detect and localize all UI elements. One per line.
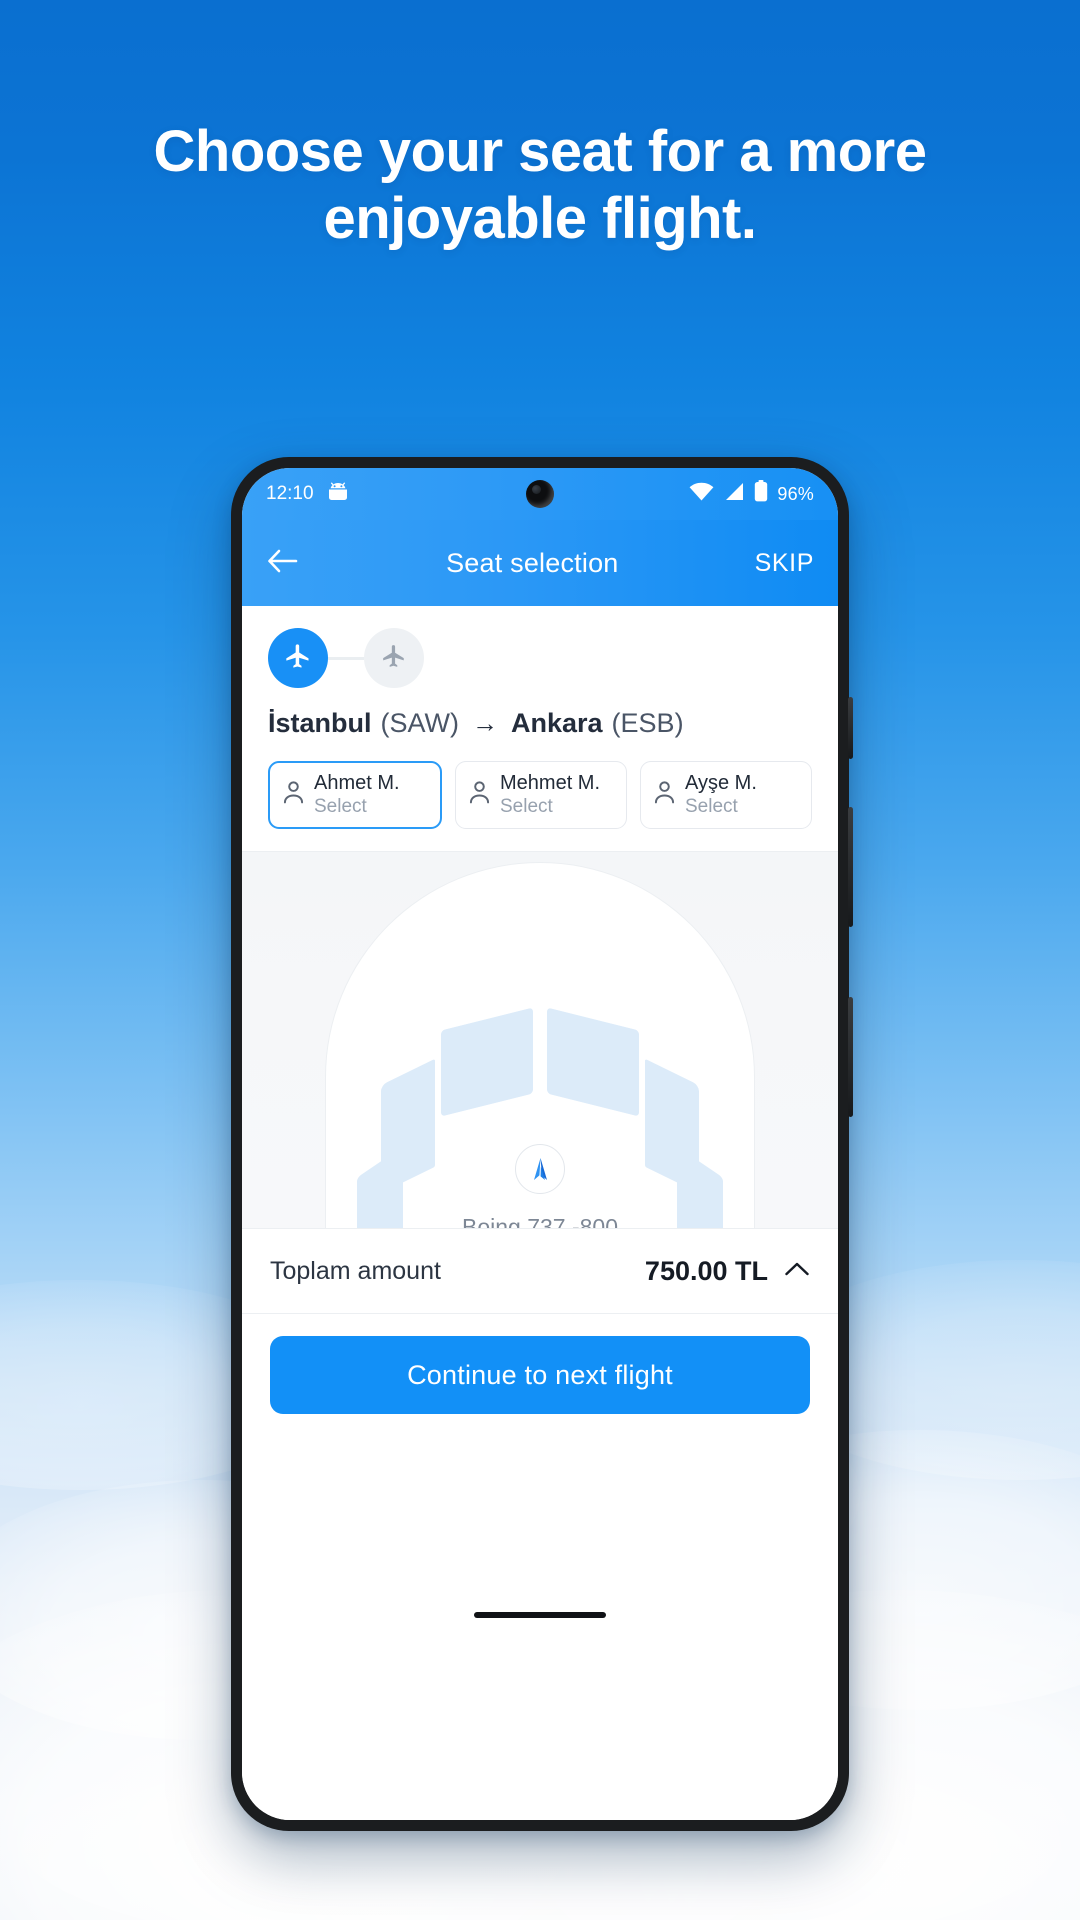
status-bar: 12:10 96% xyxy=(242,468,838,520)
person-icon xyxy=(283,781,304,809)
battery-icon xyxy=(754,480,768,508)
arrow-left-icon xyxy=(266,548,298,579)
camera-punch-hole xyxy=(526,480,554,508)
flight-step-1[interactable] xyxy=(268,628,328,688)
skip-button[interactable]: SKIP xyxy=(755,549,814,578)
promo-headline: Choose your seat for a more enjoyable fl… xyxy=(153,119,927,252)
battery-percent-label: 96% xyxy=(777,483,814,504)
phone-frame: 12:10 96% Seat selection SKIP İstanbul (… xyxy=(231,457,853,1831)
passenger-name: Ahmet M. xyxy=(314,772,400,794)
gesture-bar-area xyxy=(242,1424,838,1820)
passenger-status: Select xyxy=(500,795,553,817)
android-robot-icon xyxy=(325,482,351,506)
aircraft-model-label: Boing 737 -800 xyxy=(461,1214,618,1228)
route-arrow-icon: → xyxy=(472,708,498,738)
app-bar: Seat selection SKIP xyxy=(242,520,838,606)
page-title: Seat selection xyxy=(446,547,619,578)
airline-logo-icon xyxy=(515,1144,565,1194)
chevron-up-icon[interactable] xyxy=(784,1261,810,1282)
continue-to-next-flight-button[interactable]: Continue to next flight xyxy=(270,1336,810,1414)
passenger-chip-0[interactable]: Ahmet M. Select xyxy=(268,761,442,829)
passenger-chip-2[interactable]: Ayşe M. Select xyxy=(640,761,812,829)
cta-container: Continue to next flight xyxy=(242,1314,838,1424)
back-button[interactable] xyxy=(266,548,310,579)
stepper-connector xyxy=(328,656,364,660)
cellular-signal-icon xyxy=(723,482,745,507)
total-amount-bar[interactable]: Toplam amount 750.00 TL xyxy=(242,1228,838,1314)
passenger-name: Ayşe M. xyxy=(685,772,757,794)
passenger-chip-1[interactable]: Mehmet M. Select xyxy=(455,761,627,829)
promo-screenshot: Choose your seat for a more enjoyable fl… xyxy=(0,0,1080,1920)
flight-route: İstanbul (SAW) → Ankara (ESB) xyxy=(268,708,812,739)
wifi-icon xyxy=(689,482,714,507)
person-icon xyxy=(654,781,675,809)
airplane-icon xyxy=(284,642,312,675)
total-label: Toplam amount xyxy=(270,1256,441,1285)
origin-city: İstanbul xyxy=(268,708,372,738)
passenger-status: Select xyxy=(685,795,738,817)
destination-city: Ankara xyxy=(511,708,603,738)
origin-code: (SAW) xyxy=(380,708,459,738)
phone-side-button xyxy=(848,997,853,1117)
airplane-icon xyxy=(381,643,407,674)
passenger-status: Select xyxy=(314,795,367,817)
flight-header: İstanbul (SAW) → Ankara (ESB) Ahmet M. S… xyxy=(242,606,838,851)
destination-code: (ESB) xyxy=(611,708,684,738)
flight-step-2[interactable] xyxy=(364,628,424,688)
seat-map-scroll-area[interactable]: Boing 737 -800 A B C D E F Front Seat Pr… xyxy=(242,851,838,1228)
flight-stepper xyxy=(268,628,812,688)
passenger-chip-list: Ahmet M. Select Mehmet M. Select Ayşe M.… xyxy=(268,761,812,851)
phone-screen: 12:10 96% Seat selection SKIP İstanbul (… xyxy=(242,468,838,1820)
status-time: 12:10 xyxy=(266,483,314,504)
home-gesture-bar[interactable] xyxy=(474,1612,606,1618)
passenger-name: Mehmet M. xyxy=(500,772,601,794)
person-icon xyxy=(469,781,490,809)
total-amount: 750.00 TL xyxy=(644,1255,768,1286)
